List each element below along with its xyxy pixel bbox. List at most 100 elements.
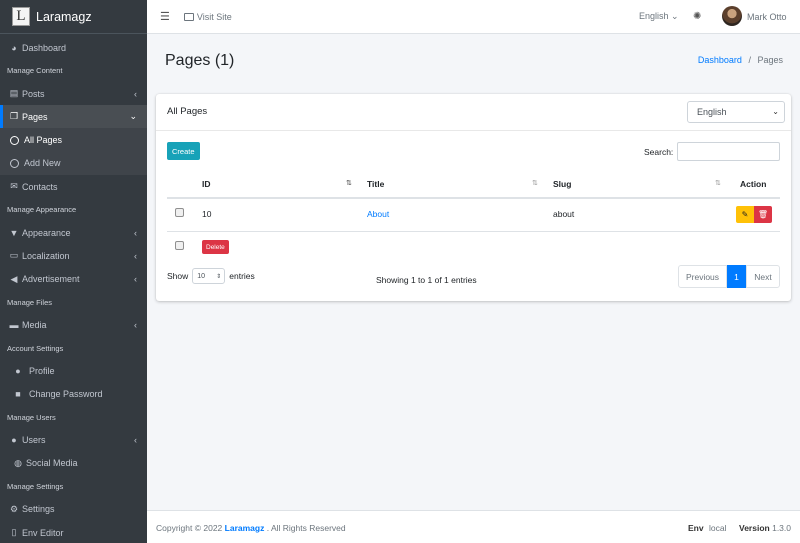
sidebar-item-localization[interactable]: ▭ Localization ‹ <box>0 244 147 267</box>
posts-icon: ▤ <box>9 88 19 99</box>
pagination: Previous 1 Next <box>678 265 780 288</box>
page-button-1[interactable]: 1 <box>727 265 746 288</box>
sidebar-item-advertisement[interactable]: ◀ Advertisement ‹ <box>0 268 147 291</box>
sidebar-item-label: Advertisement <box>22 274 80 285</box>
chevron-down-icon: ⌄ <box>772 107 779 116</box>
column-header-action: Action <box>740 179 767 189</box>
footer: Copyright © 2022 Laramagz . All Rights R… <box>147 510 800 543</box>
avatar[interactable] <box>722 6 742 26</box>
trash-icon: 🗑 <box>757 210 769 219</box>
up-down-icon: ⇕ <box>216 273 222 280</box>
language-select-value: English <box>697 107 727 117</box>
version-info: Version 1.3.0 <box>739 523 791 533</box>
sidebar-item-dashboard[interactable]: ◕ Dashboard <box>0 36 147 59</box>
page-length-value: 10 <box>197 272 206 280</box>
visit-site-link[interactable]: Visit Site <box>183 11 232 22</box>
nav-header-account: Account Settings <box>7 343 64 353</box>
breadcrumb-dashboard[interactable]: Dashboard <box>698 55 742 65</box>
copyright-brand-link[interactable]: Laramagz <box>225 523 265 533</box>
circle-icon <box>10 158 19 168</box>
chevron-left-icon: ‹ <box>134 435 137 446</box>
sidebar-item-settings[interactable]: ⚙ Settings <box>0 498 147 521</box>
copyright-suffix: . All Rights Reserved <box>266 523 346 533</box>
select-all-checkbox[interactable] <box>175 241 184 250</box>
nav-header-appearance: Manage Appearance <box>7 205 77 215</box>
column-header-id[interactable]: ID <box>202 179 211 189</box>
language-dropdown[interactable]: English ⌄ <box>639 11 679 22</box>
page-title: Pages (1) <box>165 52 235 69</box>
edit-button[interactable]: ✎ <box>736 206 754 223</box>
column-header-title[interactable]: Title <box>367 179 384 189</box>
cell-title-link[interactable]: About <box>367 209 389 219</box>
version-value: 1.3.0 <box>772 523 791 533</box>
brand-logo: L <box>12 7 30 26</box>
chevron-down-icon: ⌄ <box>671 11 679 21</box>
card-title: All Pages <box>167 106 208 117</box>
theme-toggle-icon[interactable]: ✺ <box>693 11 701 22</box>
copyright: Copyright © 2022 Laramagz . All Rights R… <box>156 523 346 533</box>
row-divider <box>167 231 780 232</box>
sidebar-item-label: Add New <box>24 158 61 169</box>
sidebar-item-label: Posts <box>22 88 45 99</box>
sidebar-item-label: Contacts <box>22 181 58 192</box>
copyright-prefix: Copyright © 2022 <box>156 523 223 533</box>
circle-icon <box>10 135 19 145</box>
sidebar-item-label: Social Media <box>26 458 78 469</box>
sidebar-nav: ◕ Dashboard Manage Content ▤ Posts ‹ ❐ P… <box>0 36 147 543</box>
nav-header-content: Manage Content <box>7 66 63 76</box>
sidebar-item-label: Env Editor <box>22 527 64 538</box>
brand[interactable]: L Laramagz <box>0 0 147 34</box>
user-name[interactable]: Mark Otto <box>747 12 787 22</box>
dashboard-icon: ◕ <box>11 42 17 53</box>
hamburger-menu-icon[interactable]: ☰ <box>160 10 170 23</box>
page-length-select[interactable]: 10 ⇕ <box>192 268 226 284</box>
sidebar-item-users[interactable]: ● Users ‹ <box>0 429 147 452</box>
nav-header-files: Manage Files <box>7 297 53 307</box>
env-label: Env <box>688 523 704 533</box>
create-button[interactable]: Create <box>167 142 200 160</box>
sidebar-item-social-media[interactable]: ◍ Social Media <box>0 452 147 475</box>
sidebar-item-add-new[interactable]: Add New <box>0 152 147 175</box>
row-checkbox[interactable] <box>175 208 184 217</box>
file-icon: ▯ <box>11 527 17 538</box>
nav-header-settings: Manage Settings <box>7 481 64 491</box>
delete-row-button[interactable]: 🗑 <box>754 206 772 223</box>
next-button[interactable]: Next <box>746 265 780 288</box>
previous-button[interactable]: Previous <box>678 265 727 288</box>
sidebar-item-contacts[interactable]: ✉ Contacts <box>0 175 147 198</box>
sidebar-item-label: Users <box>22 435 46 446</box>
sidebar-item-media[interactable]: ▬ Media ‹ <box>0 313 147 336</box>
sort-icon[interactable]: ⇅ <box>346 179 352 187</box>
pages-icon: ❐ <box>9 111 19 122</box>
column-header-slug[interactable]: Slug <box>553 179 571 189</box>
lock-icon: ■ <box>15 389 21 400</box>
sort-icon[interactable]: ⇅ <box>715 179 721 187</box>
sort-icon[interactable]: ⇅ <box>532 179 538 187</box>
sidebar-item-change-password[interactable]: ■ Change Password <box>0 383 147 406</box>
sidebar-item-posts[interactable]: ▤ Posts ‹ <box>0 82 147 105</box>
sidebar-item-label: Change Password <box>29 389 103 400</box>
sidebar-item-env-editor[interactable]: ▯ Env Editor <box>0 521 147 543</box>
users-icon: ● <box>11 435 17 446</box>
search-label: Search: <box>644 147 674 157</box>
visit-site-label: Visit Site <box>196 11 232 22</box>
cell-id: 10 <box>202 209 212 219</box>
sidebar-item-profile[interactable]: ● Profile <box>0 359 147 382</box>
sidebar-item-pages[interactable]: ❐ Pages ⌄ <box>0 105 147 129</box>
paint-brush-icon: ▼ <box>9 227 19 238</box>
folder-icon: ▬ <box>9 320 19 331</box>
sidebar-item-all-pages[interactable]: All Pages <box>0 128 147 151</box>
sidebar-item-label: Localization <box>22 250 70 261</box>
sidebar-item-appearance[interactable]: ▼ Appearance ‹ <box>0 221 147 244</box>
table-header-divider <box>167 197 780 199</box>
table-info: Showing 1 to 1 of 1 entries <box>376 275 477 285</box>
search-input[interactable] <box>677 142 780 161</box>
entries-label: entries <box>229 271 255 281</box>
bulk-delete-button[interactable]: Delete <box>202 240 229 254</box>
sidebar-item-label: Appearance <box>22 227 71 238</box>
chevron-down-icon: ⌄ <box>129 111 137 122</box>
version-label: Version <box>739 523 770 533</box>
page-length-control: Show 10 ⇕ entries <box>167 268 255 284</box>
topbar: ☰ Visit Site English ⌄ ✺ Mark Otto <box>147 0 800 34</box>
language-select[interactable]: English ⌄ <box>687 101 785 123</box>
